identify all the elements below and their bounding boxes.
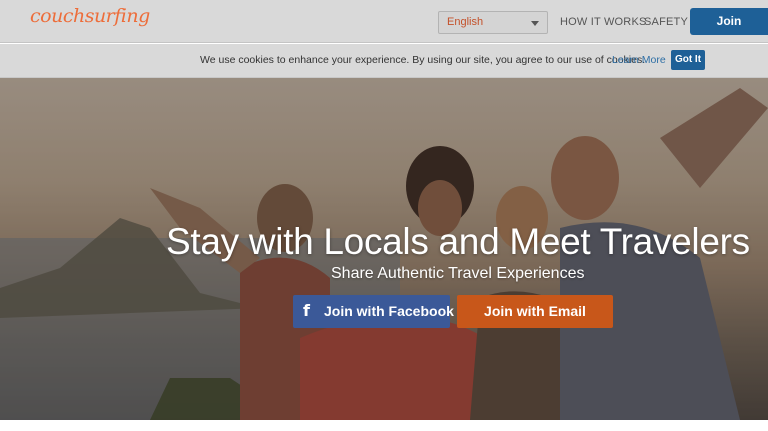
nav-safety[interactable]: SAFETY — [644, 16, 688, 28]
join-with-facebook-label: Join with Facebook — [324, 303, 454, 319]
page-bottom — [0, 420, 768, 431]
language-select-value: English — [447, 16, 484, 28]
join-with-email-button[interactable]: Join with Email — [457, 295, 613, 328]
hero-subtitle: Share Authentic Travel Experiences — [331, 265, 585, 282]
couchsurfing-logo[interactable]: couchsurfing — [30, 5, 150, 27]
site-header: couchsurfing English HOW IT WORKS SAFETY… — [0, 0, 768, 43]
learn-more-link[interactable]: Learn More — [612, 54, 666, 66]
language-select[interactable]: English — [438, 11, 548, 34]
cookie-banner: We use cookies to enhance your experienc… — [0, 44, 768, 78]
hero-title: Stay with Locals and Meet Travelers — [166, 221, 750, 262]
got-it-button[interactable]: Got It — [671, 50, 705, 70]
chevron-down-icon — [531, 21, 539, 26]
join-button[interactable]: Join — [690, 8, 768, 35]
join-with-facebook-button[interactable]: f Join with Facebook — [293, 295, 454, 328]
cookie-message: We use cookies to enhance your experienc… — [200, 54, 646, 66]
hero-section: Stay with Locals and Meet Travelers Shar… — [0, 78, 768, 420]
nav-how-it-works[interactable]: HOW IT WORKS — [560, 16, 647, 28]
facebook-icon: f — [303, 301, 310, 320]
